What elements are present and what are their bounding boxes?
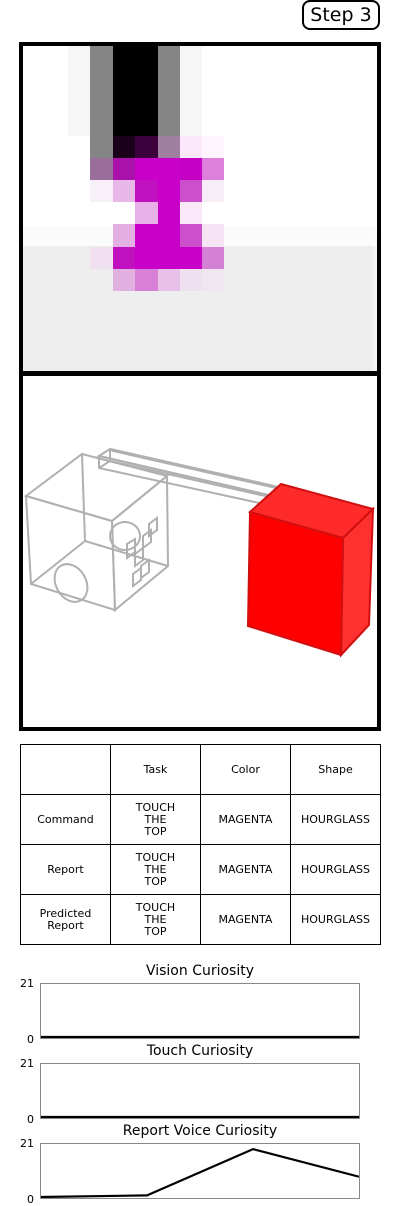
header-cell-color: Color: [200, 744, 291, 795]
plot-title: Touch Curiosity: [146, 1043, 254, 1059]
task-cell: TOUCH THE TOP: [110, 844, 201, 895]
gripper-wireframe: [23, 447, 286, 613]
plot-frame: [40, 1143, 360, 1199]
y-max-label: 21: [20, 977, 34, 990]
task-cell: TOUCH THE TOP: [110, 794, 201, 845]
scene-illustration: [23, 447, 375, 658]
y-max-label: 21: [20, 1137, 34, 1150]
curiosity-line: [40, 1147, 360, 1199]
plot-title: Report Voice Curiosity: [122, 1123, 278, 1139]
color-cell: MAGENTA: [200, 894, 291, 945]
row-label: Report: [20, 844, 111, 895]
plot-frame: [40, 1063, 360, 1119]
table-row-report: Report TOUCH THE TOP MAGENTA HOURGLASS: [20, 844, 381, 895]
y-max-label: 21: [20, 1057, 34, 1070]
table-row-predicted-report: Predicted Report TOUCH THE TOP MAGENTA H…: [20, 894, 381, 945]
shape-cell: HOURGLASS: [290, 844, 381, 895]
shape-cell: HOURGLASS: [290, 894, 381, 945]
table-row-command: Command TOUCH THE TOP MAGENTA HOURGLASS: [20, 794, 381, 845]
color-cell: MAGENTA: [200, 794, 291, 845]
vision-view: [19, 42, 381, 375]
step-badge: Step 3: [302, 0, 380, 30]
shape-cell: HOURGLASS: [290, 794, 381, 845]
vision-curiosity-plot: Vision Curiosity 21 0: [0, 963, 400, 1046]
scene-3d-view: [19, 372, 381, 731]
header-cell-task: Task: [110, 744, 201, 795]
report-voice-curiosity-plot: Report Voice Curiosity 21 0: [0, 1123, 400, 1206]
plot-title: Vision Curiosity: [145, 963, 255, 979]
touch-curiosity-plot: Touch Curiosity 21 0: [0, 1043, 400, 1126]
header-cell-empty: [20, 744, 111, 795]
row-label: Predicted Report: [20, 894, 111, 945]
y-min-label: 0: [27, 1193, 34, 1206]
vision-pixel-image: [23, 46, 377, 371]
red-block: [246, 482, 375, 658]
header-cell-shape: Shape: [290, 744, 381, 795]
plot-frame: [40, 983, 360, 1039]
color-cell: MAGENTA: [200, 844, 291, 895]
task-cell: TOUCH THE TOP: [110, 894, 201, 945]
table-header-row: Task Color Shape: [20, 744, 381, 795]
command-report-table: Task Color Shape Command TOUCH THE TOP M…: [20, 744, 381, 945]
row-label: Command: [20, 794, 111, 845]
